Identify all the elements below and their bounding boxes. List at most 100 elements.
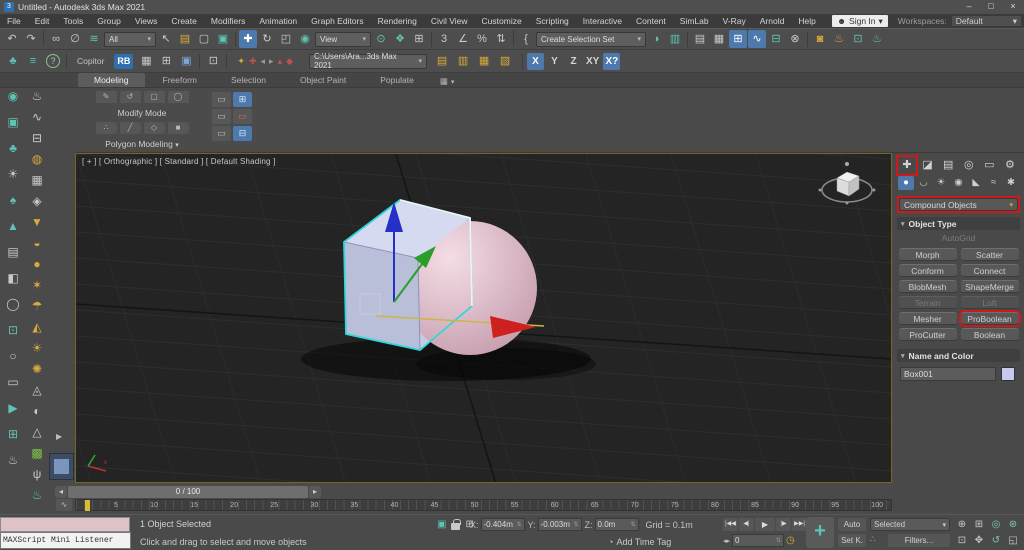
key-mode-toggle[interactable]: ◂▸ — [723, 537, 730, 545]
render-setup-icon[interactable]: ♨ — [830, 30, 848, 48]
sun-icon[interactable]: ☀ — [3, 168, 23, 194]
menu-item[interactable]: Content — [629, 14, 673, 28]
select-and-rotate-icon[interactable]: ↻ — [258, 30, 276, 48]
menu-item[interactable]: Graph Editors — [304, 14, 370, 28]
go-to-start-button[interactable]: |◀◀ — [723, 518, 738, 531]
plugin-folder-icon-1[interactable]: ▤ — [433, 52, 451, 70]
mini-curve-editor-button[interactable]: ∿ — [56, 499, 72, 511]
conform-button[interactable]: Conform — [899, 264, 957, 277]
previous-frame-arrow[interactable]: ◂ — [55, 486, 67, 498]
viewport[interactable]: [ + ] [ Orthographic ] [ Standard ] [ De… — [75, 153, 892, 483]
menu-item[interactable]: V-Ray — [716, 14, 753, 28]
reference-coordinate-dropdown[interactable]: View ▾ — [315, 32, 371, 47]
menu-item[interactable]: Help — [791, 14, 822, 28]
menu-item[interactable]: Customize — [475, 14, 529, 28]
maxscript-mini-listener[interactable]: MAXScript Mini Listener — [0, 532, 131, 549]
ribbon-mini-1[interactable]: ▭ — [212, 92, 231, 107]
building-icon[interactable]: ▦ — [137, 52, 155, 70]
named-selection-sets-icon[interactable]: { — [517, 30, 535, 48]
cube-display-icon[interactable]: ⊡ — [3, 324, 23, 350]
ribbon-mini-5[interactable]: ▭ — [212, 126, 231, 141]
window-crossing-icon[interactable]: ▣ — [214, 30, 232, 48]
bind-to-space-warp-icon[interactable]: ≋ — [85, 30, 103, 48]
ribbon-mini-2[interactable]: ⊞ — [233, 92, 252, 107]
forest-pack-icon[interactable]: ♣ — [4, 52, 22, 70]
workspaces-dropdown[interactable]: Default ▾ — [951, 15, 1022, 27]
axis-xy-button[interactable]: XY — [584, 53, 601, 70]
shapemerge-button[interactable]: ShapeMerge — [961, 280, 1019, 293]
moon-sphere-icon[interactable]: ◐ — [27, 405, 47, 426]
viewport-label[interactable]: [ + ] [ Orthographic ] [ Standard ] [ De… — [82, 157, 276, 166]
play-button[interactable]: ▶ — [755, 518, 775, 531]
modify-mode-label[interactable]: Modify Mode — [118, 108, 167, 118]
lamp-icon[interactable]: ◭ — [27, 321, 47, 342]
atom-icon[interactable]: ✶ — [27, 279, 47, 300]
curve-editor-icon[interactable]: ∿ — [748, 30, 766, 48]
ribbon-tool-4-icon[interactable]: ◯ — [168, 91, 189, 103]
tab-populate[interactable]: Populate — [364, 73, 430, 87]
teapot2-icon[interactable]: ♨ — [27, 90, 47, 111]
disc-icon[interactable]: ● — [27, 258, 47, 279]
subobject-border-icon[interactable]: ◇ — [144, 122, 165, 134]
plugin-icon-3[interactable]: ◂ — [261, 56, 266, 67]
selection-filter-dropdown[interactable]: All ▾ — [104, 32, 156, 47]
menu-item[interactable]: Animation — [252, 14, 304, 28]
boolean-button[interactable]: Boolean — [961, 328, 1019, 341]
machine-icon[interactable]: ▩ — [27, 447, 47, 468]
coordinate-field[interactable]: Z: 0.0m⇅ — [585, 518, 639, 531]
toolbar-icon[interactable] — [43, 30, 44, 45]
tab-selection[interactable]: Selection — [215, 73, 282, 87]
select-and-move-icon[interactable]: ✚ — [239, 30, 257, 48]
bulb-icon[interactable]: ○ — [3, 350, 23, 376]
spinner-snap-icon[interactable]: ⇅ — [492, 30, 510, 48]
railclone-button[interactable]: RB — [114, 54, 133, 69]
blobmesh-button[interactable]: BlobMesh — [899, 280, 957, 293]
current-frame-field[interactable]: 0⇅ — [732, 534, 784, 547]
framed-tree-icon[interactable]: ◧ — [3, 272, 23, 298]
ribbon-tool-3-icon[interactable]: ▢ — [144, 91, 165, 103]
undo-icon[interactable]: ↶ — [3, 30, 21, 48]
align-icon[interactable]: ▥ — [666, 30, 684, 48]
film-camera-icon[interactable]: ▦ — [27, 174, 47, 195]
scatter-button[interactable]: Scatter — [961, 248, 1019, 261]
connect-button[interactable]: Connect — [961, 264, 1019, 277]
create-selection-set-dropdown[interactable]: Create Selection Set ▾ — [536, 32, 646, 47]
time-marker[interactable] — [85, 500, 90, 511]
layer-explorer-icon[interactable]: ▦ — [710, 30, 728, 48]
forest-icon[interactable]: ♠ — [3, 194, 23, 220]
plugin-icon-1[interactable]: ✦ — [237, 56, 245, 67]
selection-set-dropdown[interactable]: Selected ▾ — [870, 518, 950, 531]
scene-explorer-icon[interactable]: ▤ — [691, 30, 709, 48]
procutter-button[interactable]: ProCutter — [899, 328, 957, 341]
funnel-icon[interactable]: ▼ — [27, 216, 47, 237]
morph-button[interactable]: Morph — [899, 248, 957, 261]
use-pivot-point-icon[interactable]: ⊙ — [372, 30, 390, 48]
menu-item[interactable]: Modifiers — [204, 14, 252, 28]
tab-object-paint[interactable]: Object Paint — [284, 73, 362, 87]
projector-icon[interactable]: ◍ — [27, 153, 47, 174]
plugin-icon-5[interactable]: ▴ — [278, 56, 283, 67]
keyboard-override-icon[interactable]: ⊞ — [410, 30, 428, 48]
modify-tab[interactable]: ◪ — [919, 157, 937, 174]
angle-snap-icon[interactable]: ∠ — [454, 30, 472, 48]
ribbon-toggle-icon[interactable]: ⊞ — [729, 30, 747, 48]
name-and-color-rollout[interactable]: ▾ Name and Color — [897, 349, 1020, 362]
orbit-button[interactable]: ↺ — [988, 533, 1004, 548]
sun2-icon[interactable]: ☀ — [27, 342, 47, 363]
polygon-modeling-label[interactable]: Polygon Modeling ▾ — [105, 139, 178, 149]
set-key-button[interactable]: Set K. — [838, 534, 866, 547]
track-bar[interactable]: 5101520253035404550556065707580859095100 — [75, 499, 892, 511]
subobject-vertex-icon[interactable]: ∴ — [96, 122, 117, 134]
zoom-extents-all-button[interactable]: ⊛ — [1005, 517, 1021, 532]
menu-item[interactable]: File — [0, 14, 28, 28]
zoom-button[interactable]: ⊕ — [954, 517, 970, 532]
pyramid-icon[interactable]: △ — [27, 426, 47, 447]
pine-tree-icon[interactable]: ▲ — [3, 220, 23, 246]
tree-album-icon[interactable]: ▤ — [3, 246, 23, 272]
select-and-scale-icon[interactable]: ◰ — [277, 30, 295, 48]
set-keys-button[interactable]: + — [806, 517, 834, 548]
render-production-icon[interactable]: ♨ — [868, 30, 886, 48]
menu-item[interactable]: Scripting — [529, 14, 576, 28]
ribbon-tool-1-icon[interactable]: ✎ — [96, 91, 117, 103]
previous-frame-button[interactable]: ◀| — [739, 518, 754, 531]
